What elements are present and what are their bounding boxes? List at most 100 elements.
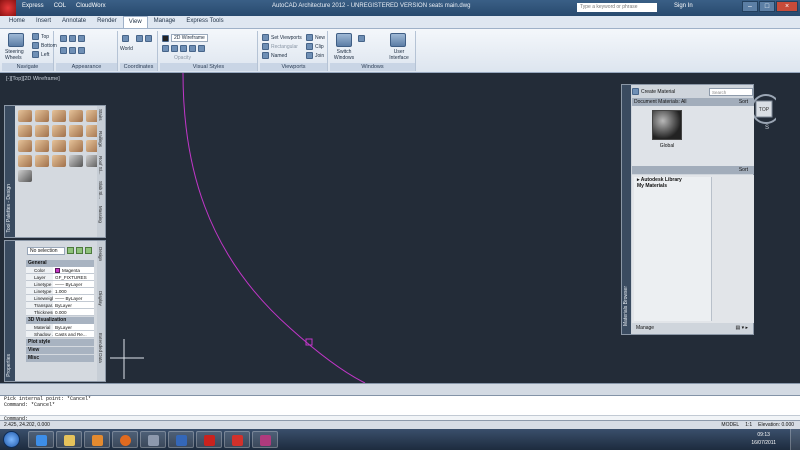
taskbar-ie[interactable] bbox=[28, 431, 54, 448]
help-search-input[interactable]: Type a keyword or phrase bbox=[577, 3, 657, 12]
property-row[interactable]: Linetype ...1.000 bbox=[26, 288, 94, 295]
coordinates-panel-title[interactable]: Coordinates bbox=[120, 63, 157, 71]
tab-insert[interactable]: Insert bbox=[31, 16, 56, 28]
mass-box-tool-icon[interactable] bbox=[18, 110, 32, 122]
mass-pyramid-tool-icon[interactable] bbox=[69, 110, 83, 122]
properties-titlebar[interactable]: Properties bbox=[5, 241, 15, 381]
mass-triangle-tool-icon[interactable] bbox=[35, 140, 49, 152]
appearance-tools[interactable] bbox=[60, 35, 85, 42]
visual-styles-panel-title[interactable]: Visual Styles bbox=[160, 63, 257, 71]
section-3d-visualization[interactable]: 3D Visualization bbox=[26, 317, 94, 324]
tab-express-tools[interactable]: Express Tools bbox=[181, 16, 228, 28]
view-left-button[interactable]: Left bbox=[32, 51, 49, 58]
select-objects-icon[interactable] bbox=[76, 247, 83, 254]
arc-curve[interactable] bbox=[182, 73, 366, 383]
join-viewport-button[interactable]: Join bbox=[306, 52, 324, 59]
taskbar-app-5[interactable] bbox=[140, 431, 166, 448]
taskbar-media[interactable] bbox=[84, 431, 110, 448]
property-row[interactable]: Lineweight—— ByLayer bbox=[26, 295, 94, 302]
mass-drape-tool-icon[interactable] bbox=[18, 155, 32, 167]
mass-gable-tool-icon[interactable] bbox=[52, 110, 66, 122]
library-sort-button[interactable]: Sort bbox=[739, 166, 754, 174]
application-menu-button[interactable] bbox=[0, 0, 16, 16]
menu-express[interactable]: Express bbox=[22, 3, 44, 9]
property-row[interactable]: Transpar...ByLayer bbox=[26, 302, 94, 309]
section-misc[interactable]: Misc bbox=[26, 355, 94, 362]
mass-extrusion-tool-icon[interactable] bbox=[52, 140, 66, 152]
property-row[interactable]: Color Magenta bbox=[26, 267, 94, 274]
section-plot-style[interactable]: Plot style bbox=[26, 339, 94, 346]
taskbar-acrobat[interactable] bbox=[196, 431, 222, 448]
viewcube-icon[interactable]: TOP S bbox=[752, 91, 776, 131]
mass-barrel-tool-icon[interactable] bbox=[18, 125, 32, 137]
property-row[interactable]: Shadow ...Casts and Re... bbox=[26, 331, 94, 338]
property-row[interactable]: Thickness 0.000 bbox=[26, 309, 94, 316]
property-row[interactable]: Material ByLayer bbox=[26, 324, 94, 331]
show-desktop-button[interactable] bbox=[790, 429, 800, 450]
menu-col[interactable]: COL bbox=[54, 3, 66, 9]
tab-home[interactable]: Home bbox=[4, 16, 30, 28]
property-row[interactable]: Layer GF_FIXTURES bbox=[26, 274, 94, 281]
tab-slab-slabs[interactable]: Slab Sl... bbox=[98, 181, 103, 199]
clock-time[interactable]: 09:13 bbox=[751, 431, 776, 439]
navigate-panel-title[interactable]: Navigate bbox=[2, 63, 53, 71]
sort-button[interactable]: Sort bbox=[739, 98, 754, 106]
taskbar-app-9[interactable] bbox=[252, 431, 278, 448]
mass-element-tool-icon[interactable] bbox=[18, 170, 32, 182]
view-options-icon[interactable]: ▤ ▾ ▸ bbox=[735, 324, 754, 333]
tab-massing[interactable]: Massing bbox=[98, 206, 103, 223]
minimize-button[interactable]: – bbox=[742, 1, 758, 12]
tab-annotate[interactable]: Annotate bbox=[57, 16, 91, 28]
taskbar-firefox[interactable] bbox=[112, 431, 138, 448]
start-button[interactable] bbox=[3, 431, 20, 448]
clock-date[interactable]: 16/07/2011 bbox=[751, 439, 776, 447]
new-viewport-button[interactable]: New bbox=[306, 34, 325, 41]
create-material-button[interactable]: Create Material bbox=[641, 89, 675, 95]
selection-dropdown[interactable]: No selection bbox=[27, 247, 65, 255]
tab-manage[interactable]: Manage bbox=[149, 16, 181, 28]
tab-render[interactable]: Render bbox=[92, 16, 122, 28]
manage-button[interactable]: Manage bbox=[636, 324, 654, 333]
tile-windows-button[interactable] bbox=[358, 35, 365, 42]
tab-stairs[interactable]: Stairs bbox=[98, 109, 103, 121]
view-bottom-button[interactable]: Bottom bbox=[32, 42, 57, 49]
visual-style-dropdown[interactable]: 2D Wireframe bbox=[162, 34, 208, 42]
viewports-panel-title[interactable]: Viewports bbox=[260, 63, 327, 71]
tab-extended-data[interactable]: Extended Data bbox=[98, 333, 103, 363]
space-evaluation-tool-icon[interactable] bbox=[69, 155, 83, 167]
mass-revolution-tool-icon[interactable] bbox=[69, 140, 83, 152]
ucs-tools[interactable] bbox=[136, 35, 152, 42]
menu-cloudworx[interactable]: CloudWorx bbox=[76, 3, 106, 9]
library-node-my-materials[interactable]: My Materials bbox=[634, 183, 711, 189]
tab-display[interactable]: Display bbox=[98, 291, 103, 306]
library-header[interactable]: Sort bbox=[632, 166, 754, 174]
rectangular-button[interactable]: Rectangular bbox=[262, 43, 298, 50]
mass-cylinder-tool-icon[interactable] bbox=[52, 125, 66, 137]
quick-select-icon[interactable] bbox=[85, 247, 92, 254]
mass-cone-tool-icon[interactable] bbox=[35, 125, 49, 137]
section-general[interactable]: General bbox=[26, 260, 94, 267]
appearance-tools-2[interactable] bbox=[60, 47, 85, 54]
material-swatch-sphere[interactable] bbox=[652, 110, 682, 140]
tool-palette-titlebar[interactable]: Tool Palettes - Design bbox=[5, 106, 15, 237]
steering-wheels-button[interactable] bbox=[8, 33, 24, 47]
world-ucs-button[interactable] bbox=[122, 35, 129, 42]
toggle-pickadd-icon[interactable] bbox=[67, 247, 74, 254]
appearance-panel-title[interactable]: Appearance bbox=[56, 63, 117, 71]
materials-search-input[interactable]: Search bbox=[709, 87, 753, 96]
set-viewports-button[interactable]: Set Viewports bbox=[262, 34, 302, 41]
property-row[interactable]: Linetype —— ByLayer bbox=[26, 281, 94, 288]
tab-view[interactable]: View bbox=[122, 16, 148, 28]
mass-doric-tool-icon[interactable] bbox=[18, 140, 32, 152]
mass-slice-tool-icon[interactable] bbox=[52, 155, 66, 167]
section-view[interactable]: View bbox=[26, 347, 94, 354]
taskbar-autocad[interactable] bbox=[224, 431, 250, 448]
visual-style-tools[interactable] bbox=[162, 45, 205, 52]
mass-dome-tool-icon[interactable] bbox=[69, 125, 83, 137]
switch-windows-button[interactable] bbox=[336, 33, 352, 47]
tab-roof-slabs[interactable]: Roof Sl... bbox=[98, 156, 103, 175]
document-materials-header[interactable]: Document Materials: All Sort bbox=[632, 98, 754, 106]
sign-in-button[interactable]: Sign In bbox=[674, 3, 693, 9]
maximize-button[interactable]: □ bbox=[759, 1, 775, 12]
view-top-button[interactable]: Top bbox=[32, 33, 49, 40]
